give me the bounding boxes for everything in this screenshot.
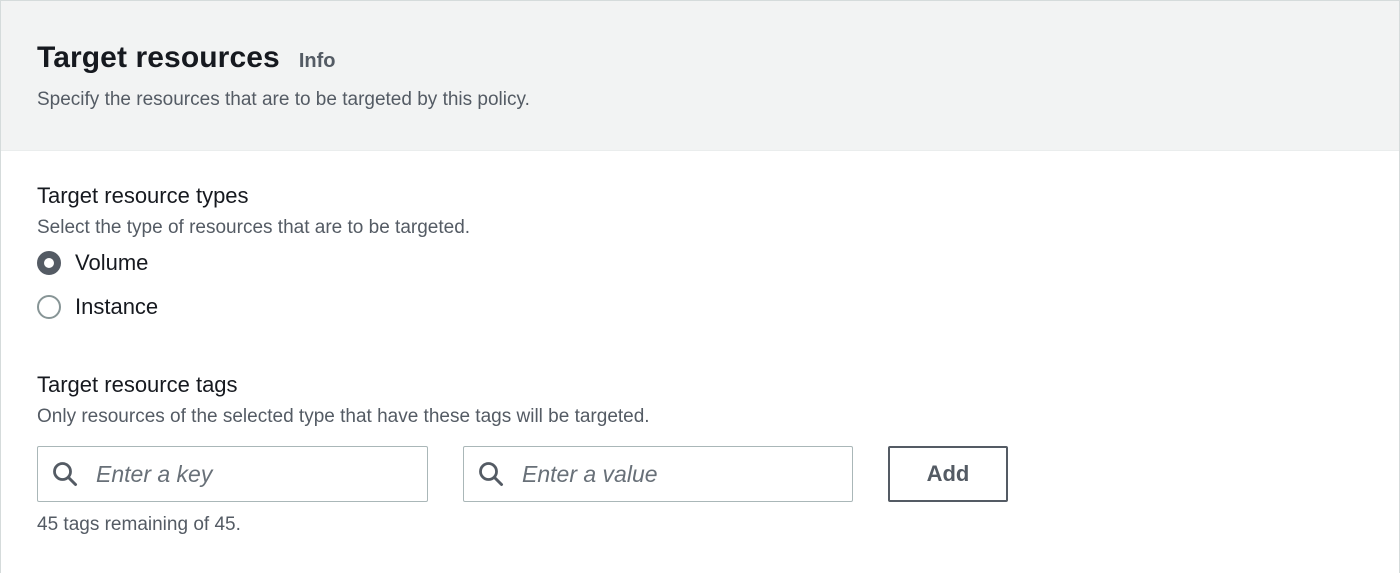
- radio-option-instance[interactable]: Instance: [37, 284, 1399, 330]
- resource-tags-section: Target resource tags Only resources of t…: [37, 372, 1399, 536]
- resource-tags-description: Only resources of the selected type that…: [37, 406, 650, 427]
- tag-value-input[interactable]: [520, 459, 820, 489]
- panel-description: Specify the resources that are to be tar…: [37, 89, 530, 110]
- add-tag-button[interactable]: Add: [888, 446, 1008, 502]
- info-link[interactable]: Info: [299, 50, 336, 73]
- title-row: Target resources Info: [37, 41, 1399, 75]
- radio-label-volume: Volume: [75, 250, 149, 275]
- resource-types-description: Select the type of resources that are to…: [37, 217, 471, 238]
- search-icon: [479, 462, 503, 486]
- target-resources-panel: Target resources Info Specify the resour…: [0, 0, 1400, 573]
- resource-types-section: Target resource types Select the type of…: [37, 183, 1399, 330]
- tag-value-search-box[interactable]: [463, 446, 853, 502]
- tags-remaining-text: 45 tags remaining of 45.: [37, 514, 241, 535]
- radio-option-volume[interactable]: Volume: [37, 251, 1399, 284]
- resource-types-label: Target resource types: [37, 183, 249, 208]
- resource-tags-label: Target resource tags: [37, 372, 238, 397]
- radio-button-instance[interactable]: [37, 295, 61, 319]
- radio-label-instance: Instance: [75, 294, 159, 319]
- search-icon: [53, 462, 77, 486]
- page-title: Target resources: [37, 41, 280, 74]
- radio-button-volume[interactable]: [37, 251, 61, 275]
- panel-body: Target resource types Select the type of…: [1, 151, 1399, 536]
- tag-key-input[interactable]: [94, 459, 394, 489]
- tag-inputs-row: Add: [37, 446, 1399, 502]
- tag-key-search-box[interactable]: [37, 446, 428, 502]
- resource-type-radio-group: Volume Instance: [37, 251, 1399, 330]
- panel-header: Target resources Info Specify the resour…: [1, 1, 1399, 151]
